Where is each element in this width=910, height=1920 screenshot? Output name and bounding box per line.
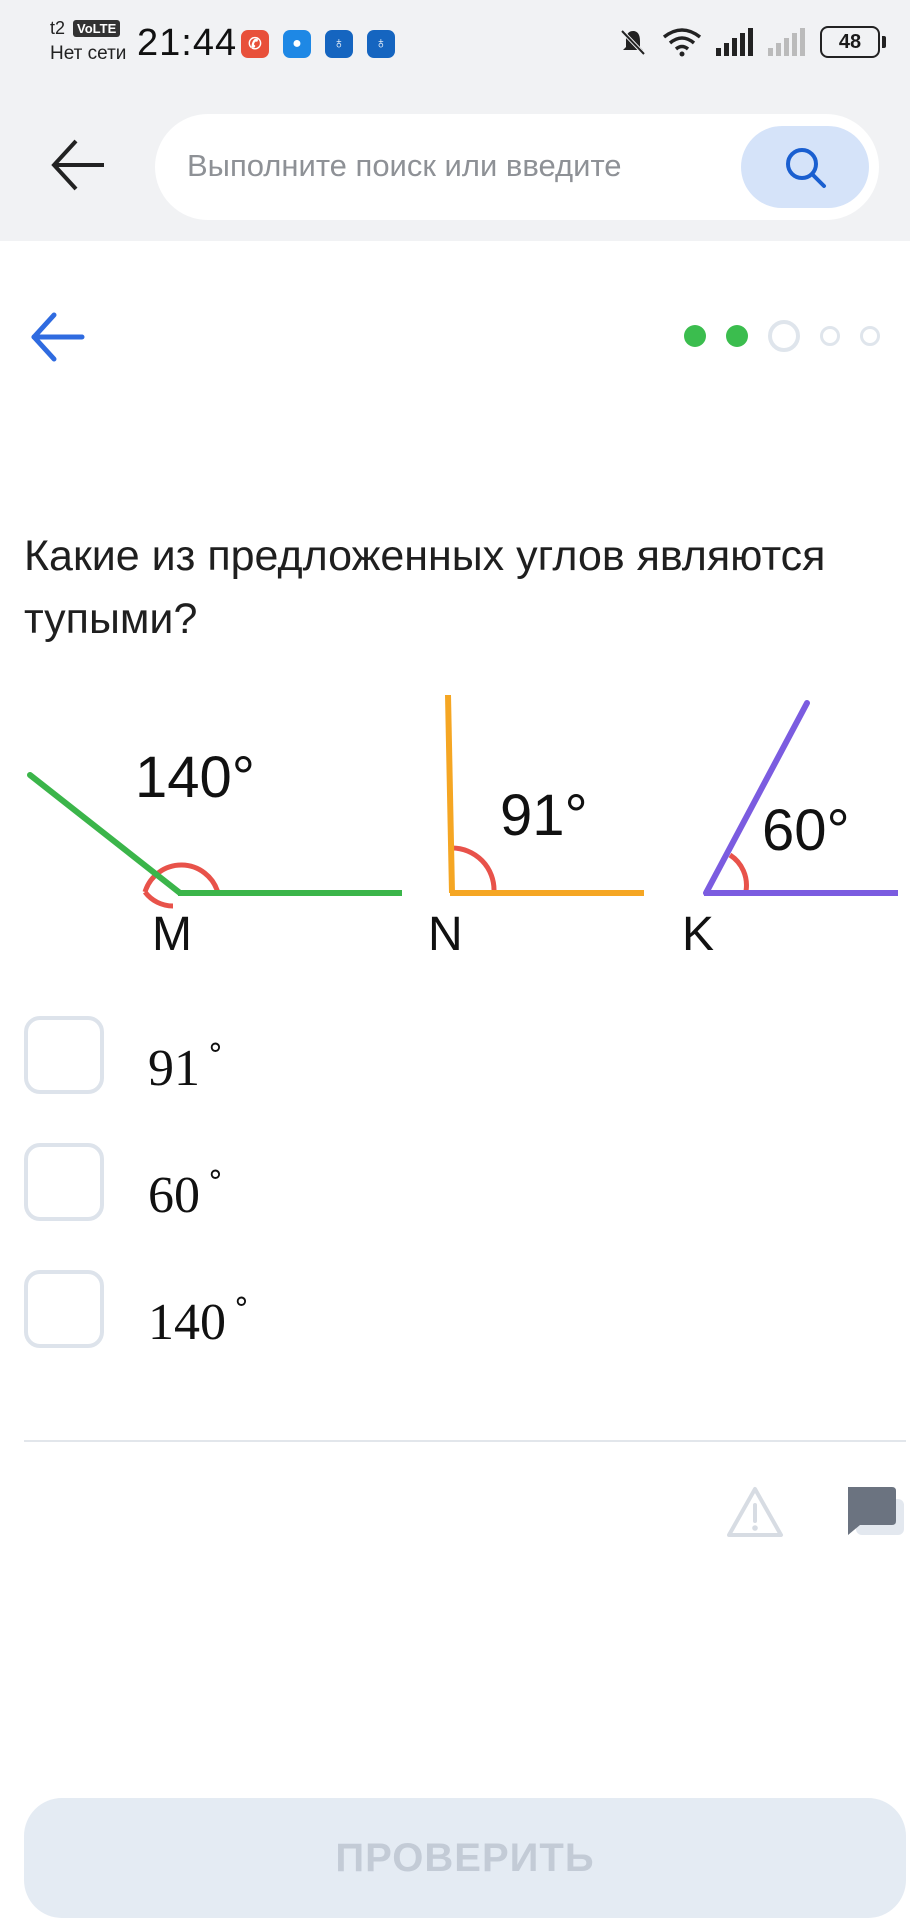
angle-m-value: 140° — [135, 745, 255, 810]
progress-dot-current — [768, 320, 800, 352]
answer-option[interactable]: 60 ∘ — [24, 1143, 624, 1229]
status-carrier-block: t2 VoLTE Нет сети — [50, 18, 126, 65]
bulb-app-icon-2: ♁ — [367, 30, 395, 58]
answer-option[interactable]: 91 ∘ — [24, 1016, 624, 1102]
battery-indicator: 48 — [820, 26, 886, 58]
missed-call-icon: ✆ — [241, 30, 269, 58]
volte-badge: VoLTE — [73, 20, 121, 37]
lesson-back-icon[interactable] — [28, 307, 88, 367]
angle-m-vertex: M — [152, 908, 192, 961]
messages-icon: ● — [283, 30, 311, 58]
browser-search-bar[interactable]: Выполните поиск или введите — [155, 114, 879, 220]
search-button[interactable] — [741, 126, 869, 208]
angles-figure: 140° M 91° N 60° K — [27, 694, 898, 961]
answer-option[interactable]: 140 ∘ — [24, 1270, 624, 1356]
status-clock: 21:44 — [137, 22, 238, 64]
network-status: Нет сети — [50, 43, 127, 64]
wifi-icon — [662, 28, 702, 57]
answer-checkbox[interactable] — [24, 1270, 104, 1348]
progress-dot-done — [726, 325, 748, 347]
report-warning-icon[interactable] — [726, 1485, 784, 1539]
browser-back-icon[interactable] — [48, 135, 108, 195]
top-bar: t2 VoLTE Нет сети 21:44 ✆ ● ♁ ♁ 48 Выпол… — [0, 0, 910, 241]
comments-icon[interactable] — [842, 1485, 906, 1545]
bulb-app-icon: ♁ — [325, 30, 353, 58]
answer-value: 140 — [148, 1294, 226, 1351]
status-indicators: 48 — [618, 26, 886, 58]
progress-dot-pending — [820, 326, 840, 346]
answer-checkbox[interactable] — [24, 1143, 104, 1221]
check-button-label: ПРОВЕРИТЬ — [335, 1835, 595, 1880]
carrier-name: t2 — [50, 18, 66, 38]
check-button[interactable]: ПРОВЕРИТЬ — [24, 1798, 906, 1918]
answer-checkbox[interactable] — [24, 1016, 104, 1094]
answer-value: 60 — [148, 1167, 200, 1224]
progress-dot-done — [684, 325, 706, 347]
angle-n-vertex: N — [428, 908, 463, 961]
question-text: Какие из предложенных углов являются туп… — [24, 532, 826, 643]
answer-value: 91 — [148, 1040, 200, 1097]
signal-icon — [716, 28, 753, 56]
angle-n-value: 91° — [500, 783, 588, 848]
angle-m: 140° M — [27, 745, 402, 961]
angle-k-value: 60° — [762, 798, 850, 863]
angle-n: 91° N — [428, 694, 644, 961]
angle-k-vertex: K — [682, 908, 714, 961]
signal-icon-2 — [768, 28, 805, 56]
progress-dot-pending — [860, 326, 880, 346]
search-icon — [786, 148, 826, 188]
progress-dots — [684, 320, 880, 352]
mute-bell-icon — [620, 29, 646, 56]
divider — [24, 1440, 906, 1442]
angle-k: 60° K — [682, 700, 898, 961]
notification-icons: ✆ ● ♁ ♁ — [241, 30, 395, 58]
search-input[interactable]: Выполните поиск или введите — [187, 148, 677, 184]
